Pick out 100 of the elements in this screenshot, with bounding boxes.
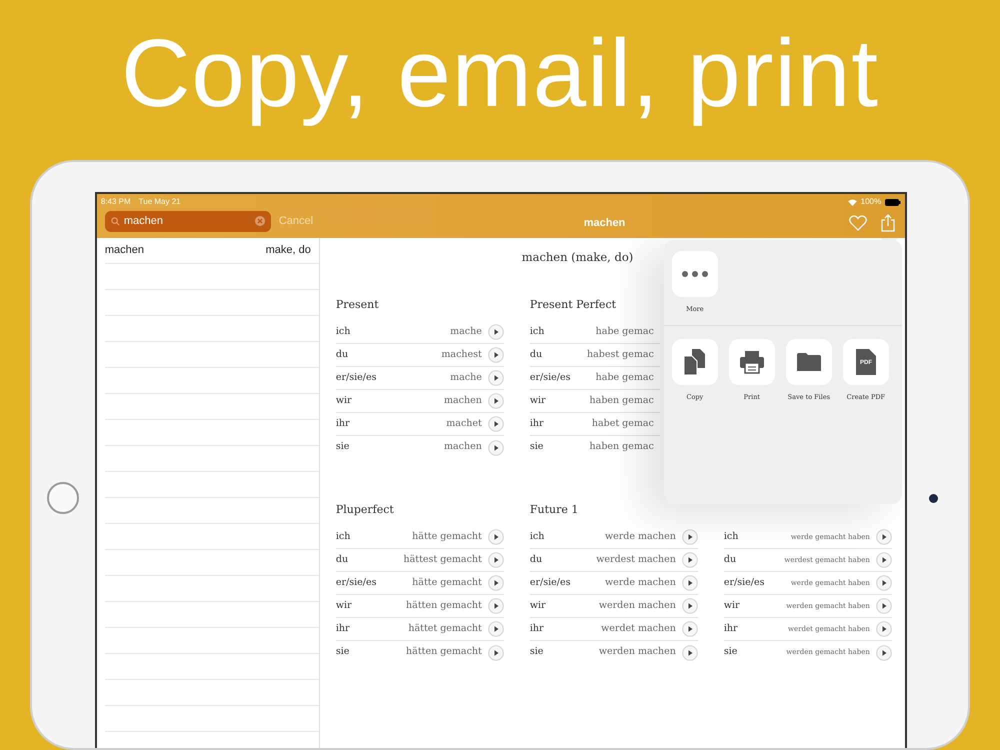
tense-title: Future 1	[530, 503, 578, 516]
pronoun: du	[530, 348, 542, 362]
conjugated-form: werde machen	[604, 576, 676, 590]
play-button[interactable]	[876, 552, 892, 568]
play-button[interactable]	[682, 575, 698, 591]
nav-title: machen	[584, 216, 626, 231]
pronoun: ihr	[336, 622, 350, 636]
tense-title: Present Perfect	[530, 298, 616, 311]
pronoun: ihr	[530, 622, 544, 636]
pronoun: du	[336, 552, 348, 567]
pronoun: ihr	[724, 622, 738, 636]
pronoun: ich	[336, 324, 350, 339]
conjugated-form: machen	[444, 394, 482, 408]
play-button[interactable]	[876, 575, 892, 591]
camera-icon	[929, 494, 938, 503]
pronoun: wir	[336, 598, 352, 613]
play-button[interactable]	[682, 598, 698, 614]
pronoun: er/sie/es	[336, 576, 376, 590]
play-button[interactable]	[876, 598, 892, 614]
play-button[interactable]	[682, 644, 698, 660]
conjugated-form: machen	[444, 440, 482, 454]
pronoun: ich	[724, 530, 738, 544]
status-date: Tue May 21	[138, 196, 181, 208]
play-button[interactable]	[876, 529, 892, 545]
pronoun: sie	[336, 645, 350, 660]
conjugated-form: haben gemac	[590, 394, 654, 408]
more-icon	[682, 271, 708, 277]
play-button[interactable]	[488, 575, 504, 591]
pronoun: wir	[530, 394, 546, 408]
conjugated-form: machest	[441, 348, 482, 362]
conjugated-form: mache	[450, 370, 482, 385]
play-button[interactable]	[488, 552, 504, 568]
pronoun: ihr	[336, 416, 350, 431]
conjugated-form: werden machen	[598, 645, 676, 660]
play-button[interactable]	[682, 529, 698, 545]
pronoun: ich	[336, 530, 350, 544]
pronoun: du	[530, 552, 542, 567]
play-button[interactable]	[488, 324, 504, 340]
pronoun: ich	[530, 530, 544, 544]
pronoun: sie	[336, 440, 350, 454]
conjugated-form: habe gemac	[596, 324, 654, 339]
play-button[interactable]	[876, 644, 892, 660]
conjugated-form: habe gemac	[596, 370, 654, 385]
search-field[interactable]: machen	[104, 210, 271, 232]
conjugated-form: werdest machen	[596, 552, 676, 567]
pronoun: er/sie/es	[724, 576, 764, 590]
pronoun: ich	[530, 324, 544, 339]
share-action[interactable]	[672, 338, 718, 385]
conjugated-form: hätten gemacht	[406, 598, 482, 613]
play-button[interactable]	[488, 393, 504, 409]
pronoun: sie	[724, 645, 738, 660]
battery-percent: 100%	[860, 196, 882, 208]
more-button[interactable]	[672, 251, 718, 297]
headline: Copy, email, print	[121, 26, 879, 129]
conjugated-form: werde machen	[604, 530, 676, 544]
play-button[interactable]	[488, 440, 504, 456]
pronoun: sie	[530, 645, 544, 660]
conjugated-form: werdet machen	[601, 622, 676, 636]
play-button[interactable]	[488, 529, 504, 545]
play-button[interactable]	[682, 621, 698, 637]
pronoun: du	[336, 348, 348, 362]
share-action[interactable]	[786, 338, 832, 385]
conjugated-form: hätte gemacht	[412, 576, 482, 590]
pronoun: ihr	[530, 416, 544, 431]
play-button[interactable]	[488, 598, 504, 614]
printer-icon	[740, 350, 764, 374]
folder-icon	[796, 352, 821, 371]
conjugated-form: haben gemac	[590, 440, 654, 454]
share-action[interactable]	[728, 338, 775, 385]
pronoun: er/sie/es	[530, 576, 570, 590]
pronoun: sie	[530, 440, 544, 454]
pronoun: er/sie/es	[336, 370, 376, 385]
play-button[interactable]	[488, 416, 504, 432]
tense-title: Pluperfect	[336, 503, 394, 516]
play-button[interactable]	[488, 370, 504, 386]
conjugated-form: mache	[450, 324, 482, 339]
pronoun: du	[724, 552, 736, 567]
verb-heading: machen (make, do)	[522, 250, 634, 264]
home-button[interactable]	[47, 482, 79, 514]
sidebar-item[interactable]: machen make, do	[104, 238, 319, 264]
status-time: 8:43 PM	[100, 196, 131, 208]
play-button[interactable]	[682, 552, 698, 568]
play-button[interactable]	[488, 644, 504, 660]
conjugated-form: hättet gemacht	[408, 622, 482, 636]
conjugated-form: hätten gemacht	[406, 645, 482, 660]
conjugated-form: hätte gemacht	[412, 530, 482, 544]
conjugated-form: werden machen	[598, 598, 676, 613]
documents-icon	[684, 348, 706, 375]
wifi-icon	[848, 198, 857, 206]
conjugated-form: habest gemac	[586, 348, 654, 362]
pronoun: wir	[530, 598, 546, 613]
conjugated-form: machet	[446, 416, 482, 431]
pronoun: wir	[336, 394, 352, 408]
battery-icon	[885, 198, 902, 206]
play-button[interactable]	[876, 621, 892, 637]
conjugated-form: habet gemac	[592, 416, 654, 431]
play-button[interactable]	[488, 347, 504, 363]
pronoun: er/sie/es	[530, 370, 570, 385]
pronoun: wir	[724, 598, 740, 613]
play-button[interactable]	[488, 621, 504, 637]
